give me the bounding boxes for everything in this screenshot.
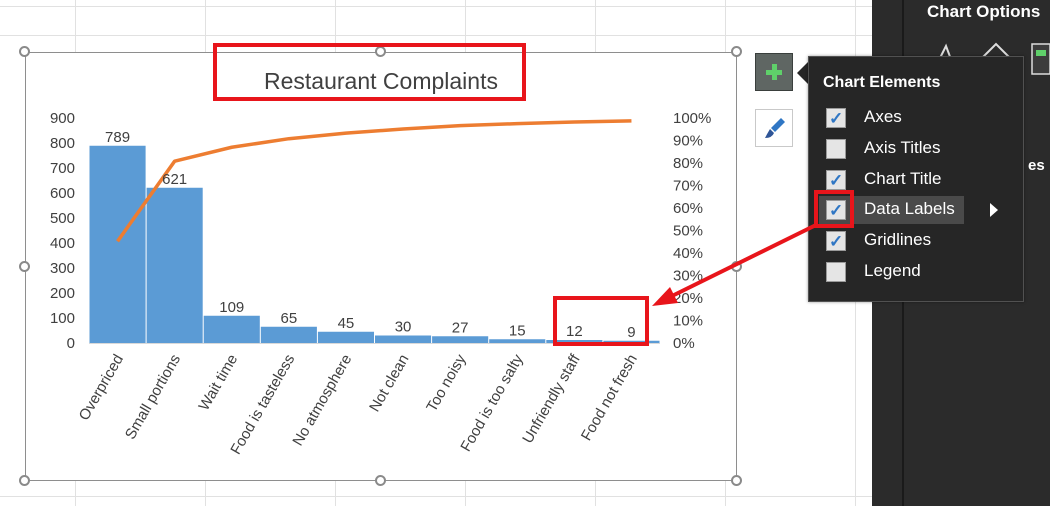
annotation-arrow — [652, 222, 819, 306]
